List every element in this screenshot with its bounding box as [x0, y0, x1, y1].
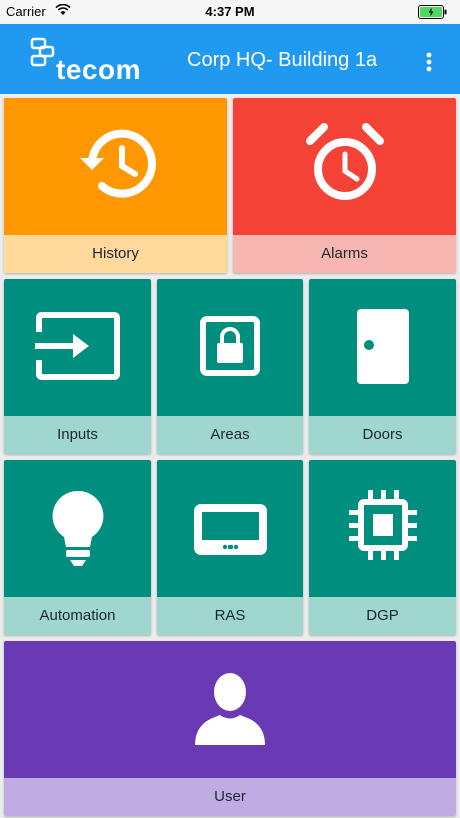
tile-history-label: History — [4, 235, 227, 273]
tile-automation[interactable]: Automation — [4, 460, 151, 635]
input-icon — [35, 312, 120, 380]
tile-alarms[interactable]: Alarms — [233, 98, 456, 273]
door-icon — [357, 309, 409, 384]
tile-dgp[interactable]: DGP — [309, 460, 456, 635]
logo-text: tecom — [56, 54, 141, 85]
tile-alarms-label: Alarms — [233, 235, 456, 273]
tile-areas-label: Areas — [157, 416, 303, 454]
tile-user[interactable]: User — [4, 641, 456, 816]
site-title: Corp HQ- Building 1a — [187, 49, 378, 71]
chip-icon — [349, 490, 417, 560]
status-bar: Carrier 4:37 PM — [0, 0, 460, 24]
keypad-icon — [194, 504, 267, 555]
more-options-icon[interactable] — [426, 52, 432, 72]
tile-inputs[interactable]: Inputs — [4, 279, 151, 454]
tile-ras[interactable]: RAS — [157, 460, 303, 635]
history-icon — [80, 129, 156, 198]
tile-automation-label: Automation — [4, 597, 151, 635]
tile-user-label: User — [4, 778, 456, 816]
tile-ras-label: RAS — [157, 597, 303, 635]
tile-history[interactable]: History — [4, 98, 227, 273]
app-bar: tecom Corp HQ- Building 1a — [0, 24, 460, 94]
user-icon — [195, 673, 265, 745]
battery-icon — [418, 5, 447, 19]
alarm-clock-icon — [306, 123, 384, 200]
lock-icon — [200, 316, 260, 376]
lightbulb-icon — [52, 490, 104, 566]
tile-doors-label: Doors — [309, 416, 456, 454]
clock: 4:37 PM — [205, 4, 255, 19]
tile-doors[interactable]: Doors — [309, 279, 456, 454]
tile-inputs-label: Inputs — [4, 416, 151, 454]
tile-areas[interactable]: Areas — [157, 279, 303, 454]
tile-dgp-label: DGP — [309, 597, 456, 635]
